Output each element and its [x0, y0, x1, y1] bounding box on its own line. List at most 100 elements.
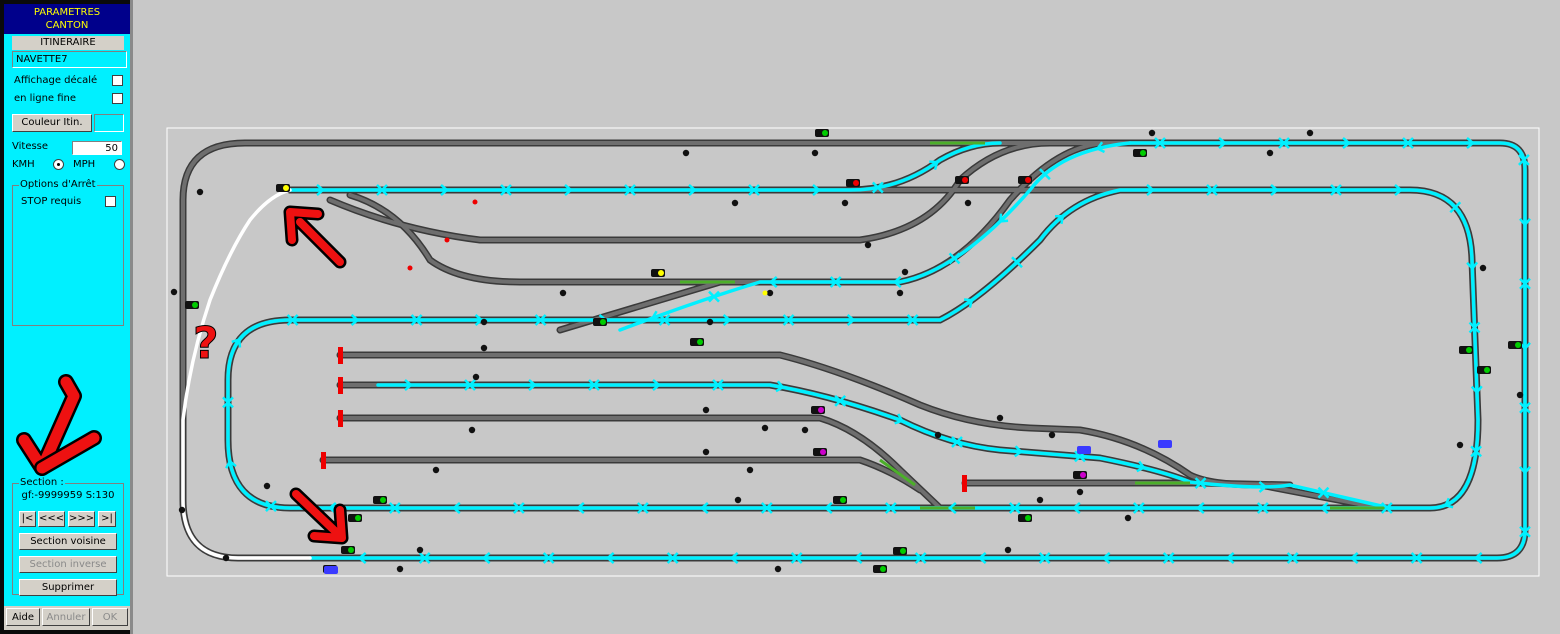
detector-marker[interactable]	[263, 482, 271, 490]
section-value: gf:-9999959 S:130	[21, 490, 115, 501]
detector-marker[interactable]	[996, 414, 1004, 422]
detector-marker[interactable]	[170, 288, 178, 296]
detector-marker[interactable]	[1148, 129, 1156, 137]
dialog-button-bar: Aide Annuler OK	[4, 606, 130, 630]
detector-marker[interactable]	[1076, 488, 1084, 496]
active-itinerary-route	[226, 141, 1527, 560]
speed-label: Vitesse	[12, 141, 49, 152]
signal-lamp	[853, 180, 859, 186]
thin-line-checkbox[interactable]	[112, 93, 123, 104]
signal-lamp	[962, 177, 968, 183]
nav-first-button[interactable]: |<	[19, 511, 36, 527]
signal-lamp	[900, 548, 906, 554]
detector-marker[interactable]	[746, 466, 754, 474]
signal-lamp	[818, 407, 824, 413]
detector-marker[interactable]	[1479, 264, 1487, 272]
itinerary-name-field[interactable]: NAVETTE7	[12, 51, 127, 68]
detector-marker[interactable]	[731, 199, 739, 207]
signal-lamp	[192, 302, 198, 308]
detector-marker[interactable]	[1456, 441, 1464, 449]
detector-marker[interactable]	[934, 431, 942, 439]
section-group: Section : gf:-9999959 S:130 |< <<< >>> >…	[12, 477, 124, 596]
thin-line-label: en ligne fine	[14, 93, 77, 104]
detector-marker[interactable]	[901, 268, 909, 276]
detector-marker[interactable]	[1516, 391, 1524, 399]
detector-marker[interactable]	[396, 565, 404, 573]
signal-lamp	[348, 547, 354, 553]
signal-lamp	[658, 270, 664, 276]
signal-lamp	[1080, 472, 1086, 478]
nav-next-button[interactable]: >>>	[68, 511, 95, 527]
detector-marker[interactable]	[480, 344, 488, 352]
detector-marker[interactable]	[468, 426, 476, 434]
route-color-swatch[interactable]	[94, 114, 124, 132]
kmh-radio[interactable]	[53, 159, 64, 170]
panel-title-line1: PARAMETRES	[33, 7, 101, 18]
delete-button[interactable]: Supprimer	[19, 579, 117, 596]
detector-marker[interactable]	[702, 406, 710, 414]
detector-marker[interactable]	[1266, 149, 1274, 157]
stop-options-group-label: Options d'Arrêt	[19, 179, 97, 190]
signal-lamp	[1025, 177, 1031, 183]
kmh-label: KMH	[12, 159, 35, 170]
ok-button[interactable]: OK	[92, 608, 128, 626]
track-layout-canvas[interactable]: ?	[133, 0, 1560, 634]
parameters-panel: PARAMETRES CANTON ITINERAIRE NAVETTE7 Af…	[0, 0, 130, 634]
signal-lamp	[380, 497, 386, 503]
signal-lamp	[1466, 347, 1472, 353]
offset-display-checkbox[interactable]	[112, 75, 123, 86]
signal-lamp	[840, 497, 846, 503]
mph-radio[interactable]	[114, 159, 125, 170]
detector-marker[interactable]	[864, 241, 872, 249]
detector-marker[interactable]	[702, 448, 710, 456]
detector-marker[interactable]	[222, 554, 230, 562]
detector-marker[interactable]	[480, 318, 488, 326]
detector-marker[interactable]	[761, 424, 769, 432]
detector-marker[interactable]	[196, 188, 204, 196]
detector-marker[interactable]	[472, 373, 480, 381]
offset-display-label: Affichage décalé	[14, 75, 98, 86]
neighbor-section-button[interactable]: Section voisine	[19, 533, 117, 550]
signal-lamp	[355, 515, 361, 521]
detector-marker[interactable]	[964, 199, 972, 207]
stop-required-label: STOP requis	[21, 196, 82, 207]
detector-marker[interactable]	[1048, 431, 1056, 439]
detector-marker[interactable]	[706, 318, 714, 326]
detector-marker[interactable]	[1124, 514, 1132, 522]
detector-marker[interactable]	[766, 289, 774, 297]
detector-marker[interactable]	[416, 546, 424, 554]
stop-required-checkbox[interactable]	[105, 196, 116, 207]
reverse-section-button[interactable]: Section inverse	[19, 556, 117, 573]
detector-marker[interactable]	[1306, 129, 1314, 137]
route-color-button[interactable]: Couleur Itin.	[12, 114, 92, 132]
detector-marker[interactable]	[178, 506, 186, 514]
signal-lamp	[822, 130, 828, 136]
signal-lamp	[820, 449, 826, 455]
detector-marker[interactable]	[841, 199, 849, 207]
detector-marker[interactable]	[1036, 496, 1044, 504]
detector-marker[interactable]	[811, 149, 819, 157]
panel-body: ITINERAIRE NAVETTE7 Affichage décalé en …	[4, 34, 130, 606]
stop-options-group: Options d'Arrêt STOP requis	[12, 179, 124, 326]
cancel-button[interactable]: Annuler	[42, 608, 90, 626]
signal-lamp	[880, 566, 886, 572]
detector-marker[interactable]	[682, 149, 690, 157]
detector-marker[interactable]	[432, 466, 440, 474]
nav-last-button[interactable]: >|	[98, 511, 116, 527]
detector-marker[interactable]	[774, 565, 782, 573]
signal-lamp	[697, 339, 703, 345]
detector-marker[interactable]	[559, 289, 567, 297]
track-network[interactable]	[179, 139, 1529, 562]
detector-marker[interactable]	[1004, 546, 1012, 554]
detector-marker[interactable]	[734, 496, 742, 504]
signal-lamp	[283, 185, 289, 191]
nav-prev-button[interactable]: <<<	[38, 511, 65, 527]
help-button[interactable]: Aide	[6, 608, 40, 626]
detector-marker[interactable]	[801, 426, 809, 434]
mph-label: MPH	[73, 159, 96, 170]
signal-lamp	[1515, 342, 1521, 348]
detector-marker[interactable]	[896, 289, 904, 297]
signal-lamp	[1484, 367, 1490, 373]
speed-input[interactable]: 50	[72, 141, 122, 155]
annotation-arrow-down-icon	[16, 374, 102, 476]
